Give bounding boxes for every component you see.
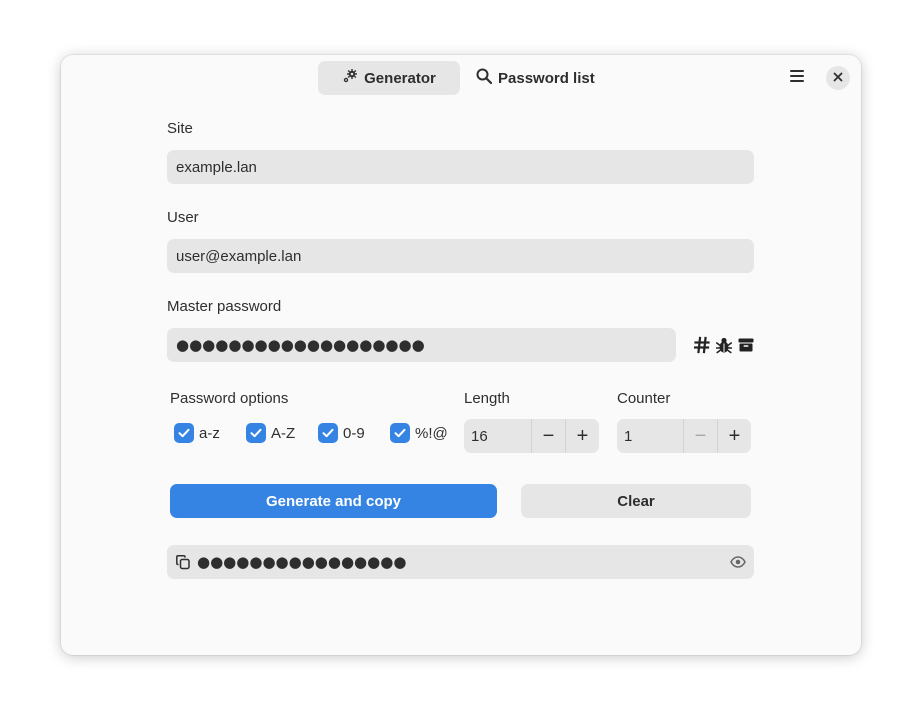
- user-value: user@example.lan: [176, 247, 302, 265]
- checkmark-icon: [246, 423, 266, 443]
- gears-icon: [342, 68, 358, 88]
- close-icon: [833, 69, 843, 87]
- length-spinbutton: 16 − +: [464, 419, 599, 453]
- password-options-label: Password options: [170, 390, 289, 407]
- counter-decrement-button[interactable]: −: [683, 419, 717, 453]
- checkmark-icon: [174, 423, 194, 443]
- checkbox-lowercase[interactable]: a-z: [174, 423, 220, 443]
- master-password-dots: ●●●●●●●●●●●●●●●●●●●: [176, 336, 425, 354]
- main-menu-button[interactable]: [784, 66, 810, 90]
- generated-password-dots: ●●●●●●●●●●●●●●●●: [197, 553, 407, 571]
- user-input[interactable]: user@example.lan: [167, 239, 754, 273]
- counter-value[interactable]: 1: [617, 419, 683, 453]
- checkbox-symbols[interactable]: %!@: [390, 423, 448, 443]
- length-decrement-button[interactable]: −: [531, 419, 565, 453]
- tab-generator[interactable]: Generator: [318, 61, 460, 95]
- tab-password-list-label: Password list: [498, 69, 595, 87]
- checkbox-digits[interactable]: 0-9: [318, 423, 365, 443]
- user-label: User: [167, 209, 199, 226]
- checkbox-digits-label: 0-9: [343, 424, 365, 442]
- clear-button[interactable]: Clear: [521, 484, 751, 518]
- length-value[interactable]: 16: [464, 419, 531, 453]
- counter-label: Counter: [617, 390, 671, 407]
- bug-icon: [715, 336, 733, 359]
- generate-and-copy-button[interactable]: Generate and copy: [170, 484, 497, 518]
- length-increment-button[interactable]: +: [565, 419, 599, 453]
- checkbox-uppercase-label: A-Z: [271, 424, 296, 442]
- checkbox-uppercase[interactable]: A-Z: [246, 423, 295, 443]
- master-password-input[interactable]: ●●●●●●●●●●●●●●●●●●●: [167, 328, 676, 362]
- search-icon: [476, 68, 493, 88]
- site-label: Site: [167, 120, 193, 137]
- checkbox-lowercase-label: a-z: [199, 424, 220, 442]
- copy-icon[interactable]: [175, 554, 191, 570]
- master-password-identicon: [693, 336, 754, 359]
- hash-icon: [693, 336, 710, 359]
- length-label: Length: [464, 390, 510, 407]
- archive-icon: [738, 336, 754, 359]
- checkbox-symbols-label: %!@: [415, 424, 448, 442]
- tab-generator-label: Generator: [364, 69, 436, 87]
- site-value: example.lan: [176, 158, 257, 176]
- counter-increment-button[interactable]: +: [717, 419, 751, 453]
- view-switcher: Generator Password list: [318, 61, 609, 95]
- checkmark-icon: [318, 423, 338, 443]
- generated-password-field[interactable]: ●●●●●●●●●●●●●●●●: [167, 545, 754, 579]
- app-window: Generator Password list Site example.lan…: [61, 55, 861, 655]
- counter-spinbutton: 1 − +: [617, 419, 751, 453]
- eye-icon[interactable]: [730, 554, 746, 570]
- tab-password-list[interactable]: Password list: [462, 61, 609, 95]
- site-input[interactable]: example.lan: [167, 150, 754, 184]
- checkmark-icon: [390, 423, 410, 443]
- hamburger-menu-icon: [789, 69, 805, 88]
- close-button[interactable]: [826, 66, 850, 90]
- master-password-label: Master password: [167, 298, 282, 315]
